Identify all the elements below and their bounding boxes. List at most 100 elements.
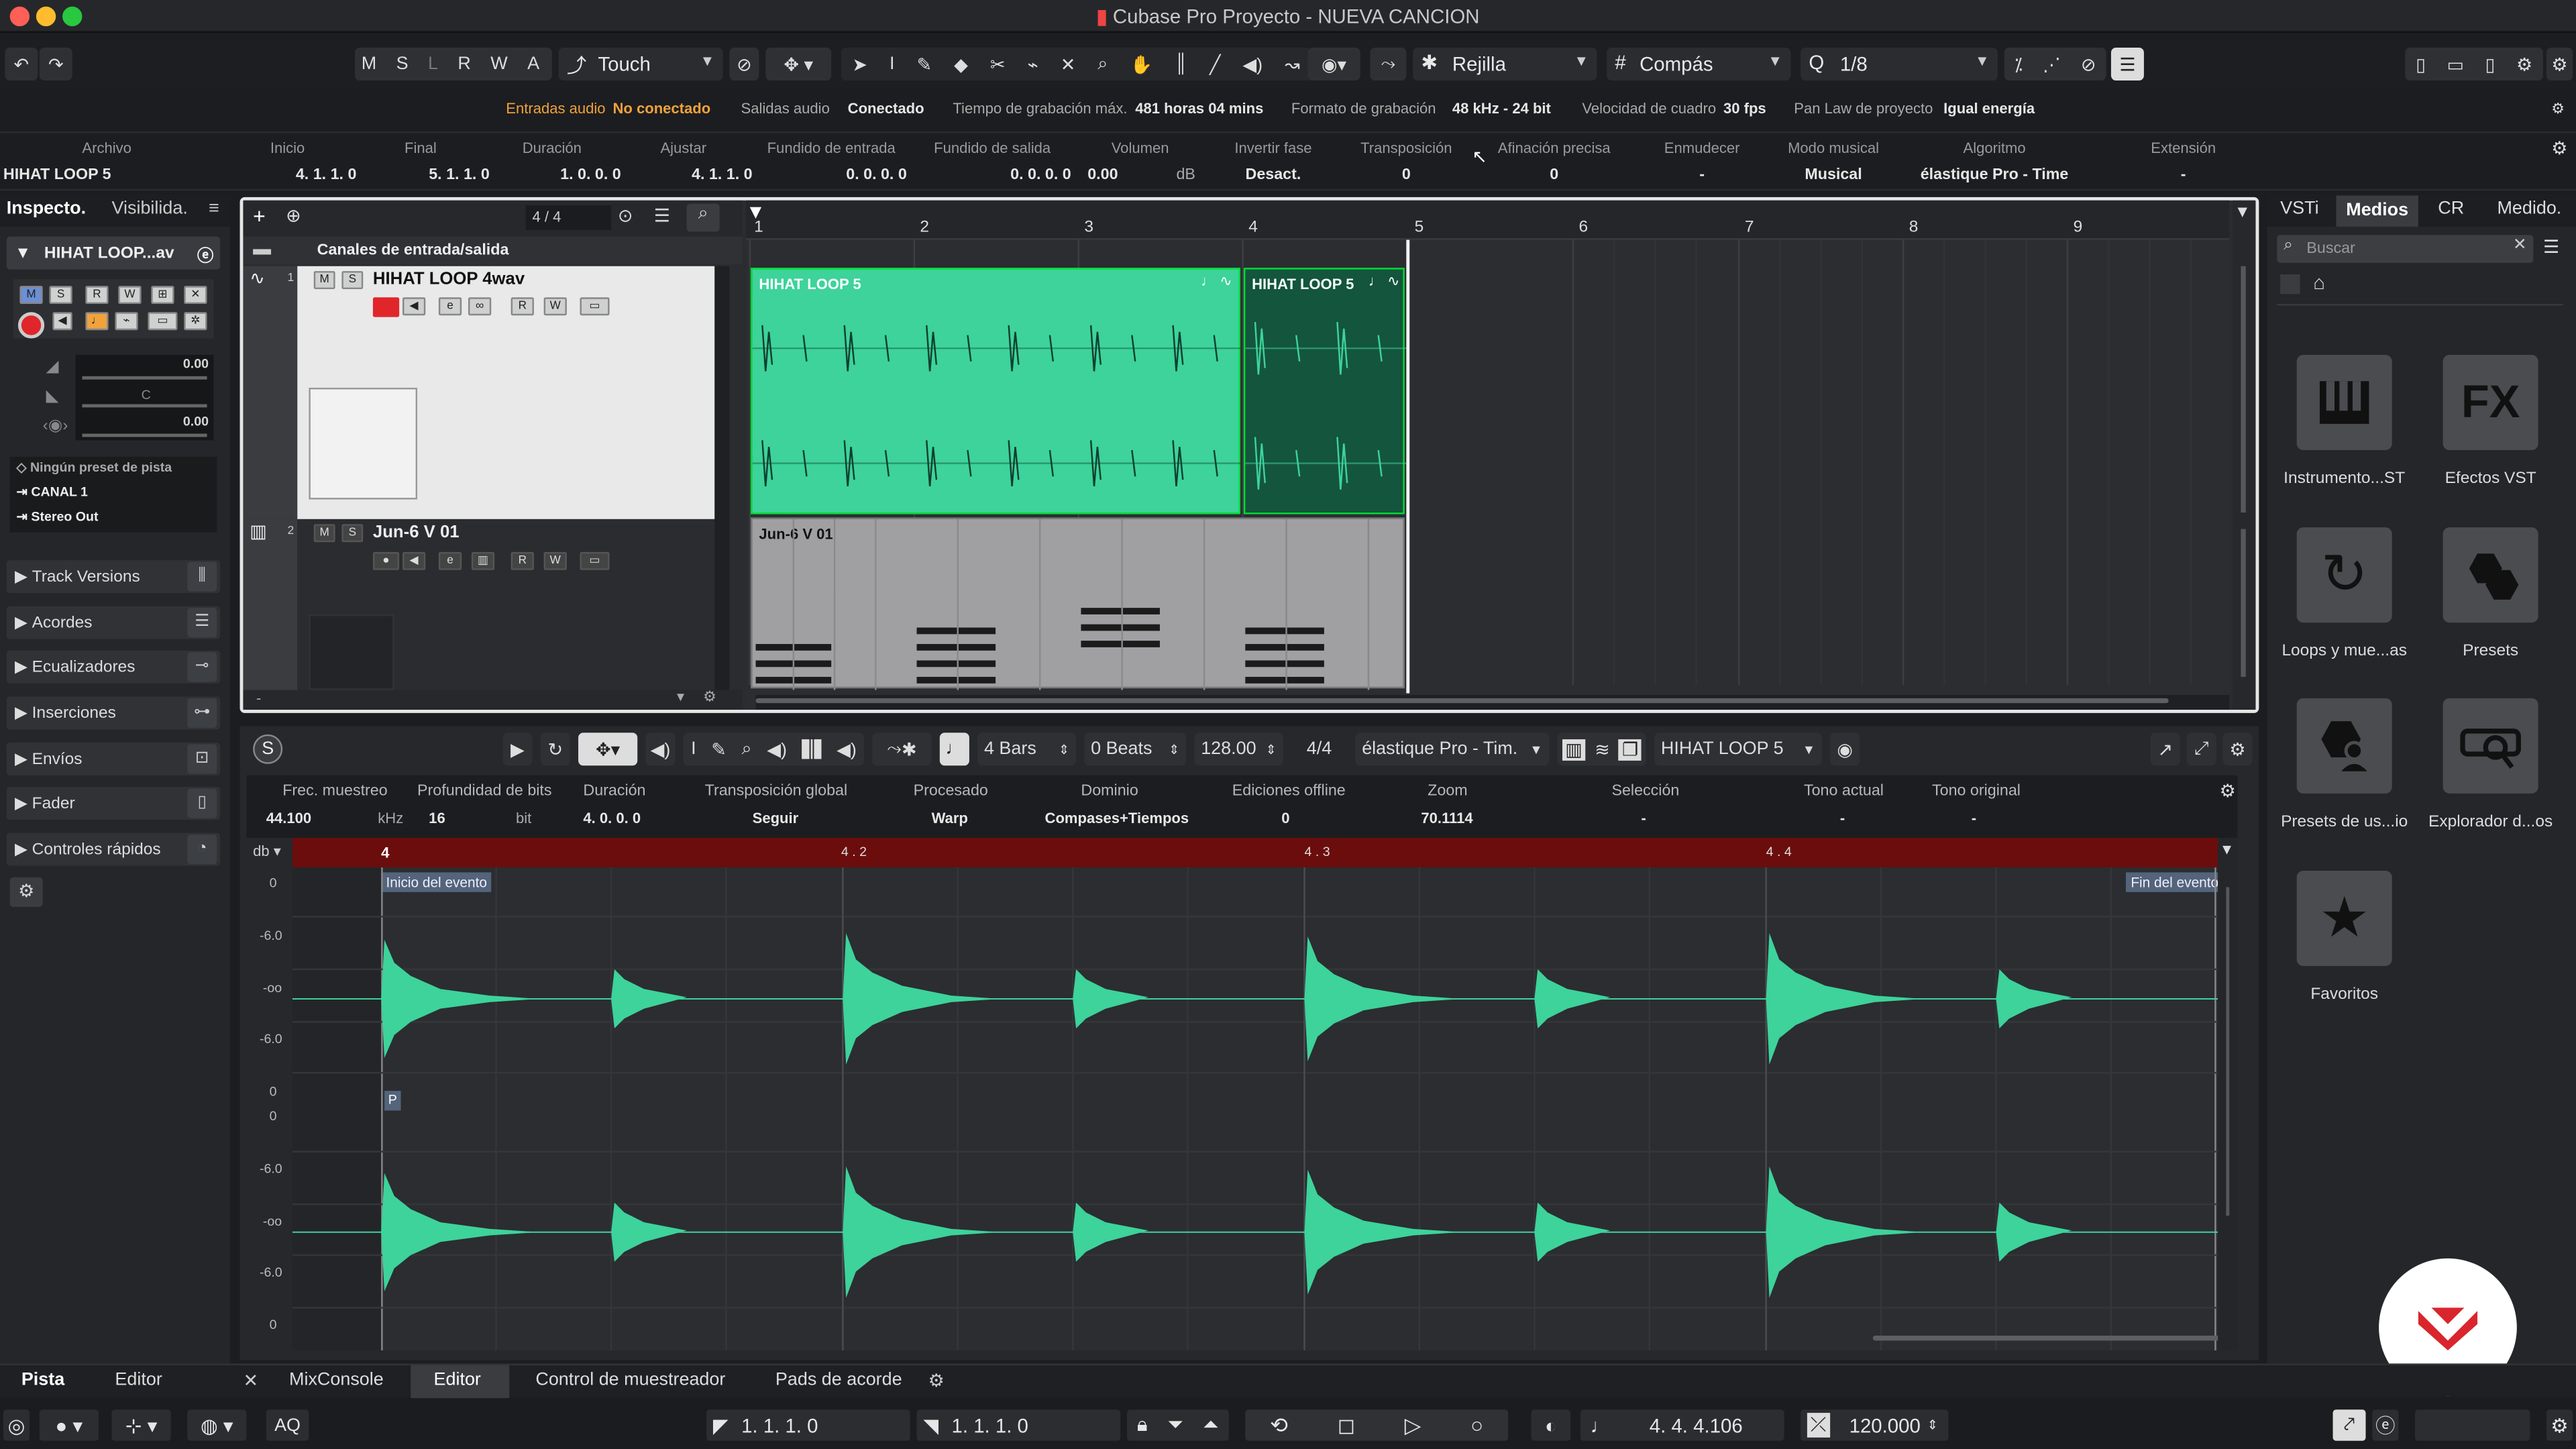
track-1-lanes-button[interactable]: ▭ <box>580 297 610 316</box>
editor-settings-icon[interactable]: ⚙ <box>2222 733 2253 766</box>
tab-vsti[interactable]: VSTi <box>2280 199 2318 218</box>
right-zone-icon[interactable]: ▯ <box>2485 54 2496 74</box>
split-tool-icon[interactable]: ✂ <box>990 54 1006 74</box>
warp-tool-icon[interactable]: ║ <box>802 739 822 759</box>
unit-menu[interactable]: db ▾ <box>253 843 281 861</box>
search-track-icon[interactable]: ⌕ <box>686 203 720 232</box>
tempo-field[interactable]: 128.00 ⇕ <box>1194 733 1283 766</box>
close-lower-zone-icon[interactable]: ✕ <box>243 1370 258 1391</box>
track-1-header[interactable]: M S HIHAT LOOP 4wav ◀ e ∞ R W ▭ <box>297 266 715 519</box>
automation-mode-select[interactable]: ⤴ Touch ▼ <box>558 48 723 81</box>
punch-in-icon[interactable]: ⏷ <box>1167 1413 1183 1438</box>
mode-a-button[interactable]: A <box>527 54 539 74</box>
lower-zone-icon[interactable]: ▭ <box>2447 54 2463 74</box>
pan-value[interactable]: C <box>142 388 151 402</box>
musical-mode-button[interactable]: ♩ <box>939 733 969 766</box>
inspector-record-button[interactable] <box>17 312 45 339</box>
tab-sampler-control[interactable]: Control de muestreador <box>535 1370 725 1389</box>
mute-tool-icon[interactable]: ✕ <box>1061 54 1076 74</box>
inspector-tracks-button[interactable]: ▭ <box>148 312 178 331</box>
cycle-icon[interactable]: ⟲ <box>1270 1412 1288 1438</box>
record-icon[interactable]: ○ <box>1470 1413 1483 1438</box>
settings-icon[interactable]: ⚙ <box>2516 54 2532 74</box>
tab-inspector[interactable]: Inspecto. <box>7 199 86 218</box>
project-ruler[interactable]: ▼ <box>745 200 2230 240</box>
punch-out-icon[interactable]: ⏶ <box>1203 1413 1219 1438</box>
track-2-mute-button[interactable]: M <box>313 524 335 543</box>
quantize-select[interactable]: Q 1/8 ▼ <box>1801 48 1998 81</box>
undo-icon[interactable]: ↶ <box>5 48 38 81</box>
tempo-display[interactable]: ⤫ 120.000 ⇕ <box>1801 1409 1949 1441</box>
snap-icon[interactable]: ✱ <box>902 739 917 759</box>
inspector-menu-icon[interactable]: ≡ <box>209 199 219 218</box>
editor-ruler[interactable]: 4 4 . 2 4 . 3 4 . 4 <box>292 837 2218 868</box>
info-value-file[interactable]: HIHAT LOOP 5 <box>3 166 111 184</box>
input-routing[interactable]: ⇥ CANAL 1 <box>16 484 87 499</box>
comp-tool-icon[interactable]: ║ <box>1175 54 1187 74</box>
track-2-solo-button[interactable]: S <box>341 524 364 543</box>
ed-value-current-pitch[interactable]: - <box>1840 810 1845 826</box>
play-icon[interactable]: ▷ <box>1405 1412 1421 1438</box>
range-tool-icon[interactable]: I <box>890 54 895 74</box>
inspector-mute-button[interactable]: M <box>19 286 43 305</box>
algorithm-select[interactable]: élastique Pro - Tim. ▼ <box>1355 733 1550 766</box>
tab-meter[interactable]: Medido. <box>2497 199 2561 218</box>
volume-slider[interactable] <box>82 376 207 380</box>
track-1-record-button[interactable] <box>372 297 400 317</box>
length-bars-field[interactable]: 4 Bars ⇕ <box>977 733 1077 766</box>
section-equalizers[interactable]: ▶ Ecualizadores ⊸ <box>6 650 221 684</box>
inspector-lane-button[interactable]: ⌁ <box>115 312 138 331</box>
object-select-icon[interactable]: ✥▾ <box>578 733 638 766</box>
inspector-solo-button[interactable]: S <box>49 286 72 305</box>
info-settings-icon[interactable]: ⚙ <box>2551 138 2567 159</box>
section-fader[interactable]: ▶ Fader ▯ <box>6 787 221 820</box>
mode-r-button[interactable]: R <box>458 54 470 74</box>
info-value-algorithm[interactable]: élastique Pro - Time <box>1913 166 2077 184</box>
ed-value-offline-edits[interactable]: 0 <box>1281 810 1289 826</box>
ed-value-global-transpose[interactable]: Seguir <box>753 810 799 826</box>
editor-scroll-thumb[interactable] <box>1872 1336 2238 1341</box>
info-value-snap[interactable]: 4. 1. 1. 0 <box>634 166 753 184</box>
signature-field[interactable]: 4/4 <box>1291 733 1347 765</box>
left-locator[interactable]: ◤ 1. 1. 1. 0 <box>706 1409 910 1441</box>
tile-vst-effects[interactable]: FX <box>2443 354 2538 451</box>
quantize-apply-icon[interactable]: ⁒ <box>2015 54 2023 74</box>
ed-value-bitdepth[interactable]: 16 <box>429 810 445 826</box>
info-value-transpose[interactable]: 0 <box>1355 166 1457 184</box>
search-input[interactable]: Buscar <box>2306 240 2355 258</box>
inspector-bypass-button[interactable]: ✕ <box>184 286 207 305</box>
play-icon[interactable]: ▶ <box>502 733 533 766</box>
track-2-record-button[interactable]: ● <box>372 551 400 570</box>
zoom-tool-icon[interactable]: ⌕ <box>741 739 751 760</box>
loop-icon[interactable]: ↻ <box>540 733 570 766</box>
stop-icon[interactable]: ◻ <box>1338 1412 1355 1438</box>
horizontal-scrollbar[interactable] <box>755 694 2230 710</box>
arrow-tool-icon[interactable]: ➤ <box>852 54 867 74</box>
track-height-slider[interactable] <box>2241 529 2246 677</box>
status-settings-icon[interactable]: ⚙ <box>2551 100 2565 118</box>
autoscroll-icon[interactable]: ⤳ <box>887 739 902 760</box>
output-routing[interactable]: ⇥ Stereo Out <box>16 509 98 524</box>
quantize-tools[interactable]: ⁒ ⋰ ⊘ <box>2004 48 2106 81</box>
track-2-edit-button[interactable]: e <box>438 551 462 570</box>
mode-s-button[interactable]: S <box>396 54 409 74</box>
ed-value-zoom[interactable]: 70.1114 <box>1421 810 1472 826</box>
inspector-settings-icon[interactable]: ⚙ <box>9 877 43 907</box>
comment-icon[interactable]: ◉ <box>1830 733 1860 766</box>
line-tool-icon[interactable]: ╱ <box>1210 54 1220 74</box>
track-1-write-button[interactable]: W <box>543 297 567 316</box>
home-icon[interactable]: ⌂ <box>2313 271 2325 294</box>
audio-mode-select[interactable]: ⊹ ▾ <box>111 1409 171 1441</box>
pencil-tool-icon[interactable]: ✎ <box>711 739 727 759</box>
color-tool-icon[interactable]: ↝ <box>1285 54 1300 74</box>
punch-mode-select[interactable]: ◍ ▾ <box>187 1409 247 1441</box>
zoom-slider[interactable] <box>2241 266 2246 513</box>
info-value-fade-in[interactable]: 0. 0. 0. 0 <box>772 166 907 184</box>
tile-favorites[interactable]: ★ <box>2296 870 2392 967</box>
click-settings-icon[interactable]: ⓔ <box>2372 1409 2399 1441</box>
inspector-monitor-button[interactable]: ◀ <box>52 312 72 331</box>
iterative-quantize-icon[interactable]: ⋰ <box>2043 54 2061 74</box>
open-window-icon[interactable]: ↗ <box>2150 733 2180 766</box>
inspector-write-button[interactable]: W <box>118 286 142 305</box>
mode-m-button[interactable]: M <box>362 54 376 74</box>
